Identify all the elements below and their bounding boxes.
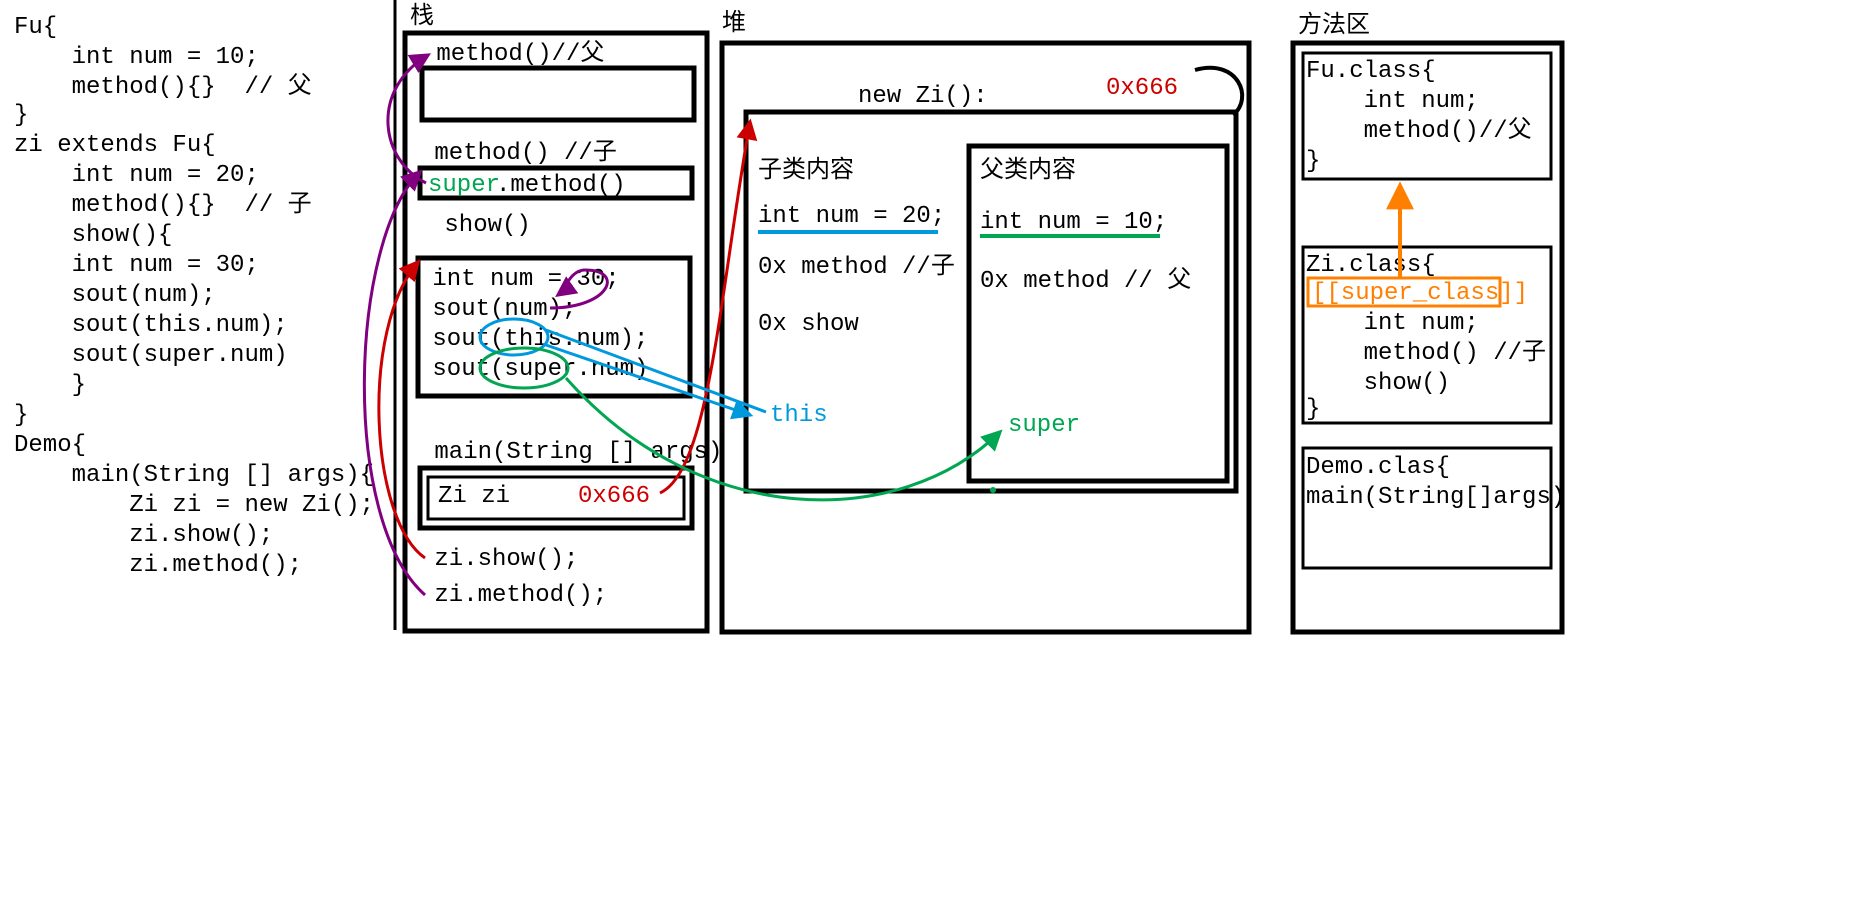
stack-title: 栈	[410, 2, 434, 31]
code-line: }	[14, 372, 86, 399]
stack-frame3-l2: sout(num);	[418, 296, 576, 323]
code-line: sout(num);	[14, 282, 216, 309]
zi-class-num: int num;	[1306, 310, 1479, 337]
diagram-canvas: Fu{ int num = 10; method(){} // 父 } zi e…	[0, 0, 1861, 901]
heap-object-addr-curve	[1195, 68, 1242, 115]
code-line: Demo{	[14, 432, 86, 459]
heap-parent-title: 父类内容	[980, 156, 1076, 185]
zi-class-super: [[super_class]]	[1312, 280, 1528, 307]
heap-child-method: 0x method //子	[758, 254, 955, 281]
code-line: sout(super.num)	[14, 342, 288, 369]
code-line: }	[14, 102, 28, 129]
heap-this-label: this	[770, 402, 828, 429]
fu-class-method: method()//父	[1306, 117, 1532, 145]
source-code-block: Fu{ int num = 10; method(){} // 父 } zi e…	[14, 14, 374, 579]
zi-class-header: Zi.class{	[1306, 252, 1436, 279]
stack-frame1-header: method()//父	[422, 40, 604, 68]
heap-column: 堆 new Zi(): 0x666 子类内容 int num = 20; 0x …	[722, 9, 1249, 632]
fu-class-close: }	[1306, 148, 1320, 175]
code-line: zi extends Fu{	[14, 132, 216, 159]
stack-frame4-zi-var: Zi zi	[438, 483, 510, 510]
heap-addr: 0x666	[1106, 75, 1178, 102]
fu-class-header: Fu.class{	[1306, 58, 1436, 85]
heap-new-zi: new Zi():	[858, 83, 988, 110]
zi-class-show: show()	[1306, 370, 1450, 397]
zi-class-close: }	[1306, 396, 1320, 423]
fu-class-num: int num;	[1306, 88, 1479, 115]
stack-column: 栈 method()//父 method() //子 super .method…	[405, 2, 722, 631]
code-line: method(){} // 子	[14, 192, 312, 219]
stack-show-label: show()	[430, 212, 531, 239]
heap-parent-num: int num = 10;	[980, 209, 1167, 236]
stack-frame2-super-prefix: super	[428, 172, 500, 199]
heap-super-label: super	[1008, 412, 1080, 439]
stack-frame2-header: method() //子	[420, 140, 617, 167]
zi-class-method: method() //子	[1306, 340, 1546, 367]
heap-child-show: 0x show	[758, 311, 859, 338]
heap-child-num: int num = 20;	[758, 203, 945, 230]
stack-frame4-zi-addr: 0x666	[578, 483, 650, 510]
stack-frame1-box	[422, 68, 694, 120]
code-line: }	[14, 402, 28, 429]
method-area-title: 方法区	[1298, 11, 1370, 40]
heap-child-title: 子类内容	[758, 156, 854, 185]
code-line: int num = 10;	[14, 44, 259, 71]
code-line: main(String [] args){	[14, 462, 374, 489]
code-line: zi.method();	[14, 552, 302, 579]
heap-parent-method: 0x method // 父	[980, 267, 1191, 295]
code-line: Fu{	[14, 14, 57, 41]
stack-frame2-super-rest: .method()	[496, 172, 626, 199]
code-line: method(){} // 父	[14, 73, 312, 101]
stack-frame4-call2: zi.method();	[420, 582, 607, 609]
code-line: show(){	[14, 222, 172, 249]
demo-class-main: main(String[]args)	[1306, 484, 1565, 511]
green-dot	[990, 487, 996, 493]
code-line: zi.show();	[14, 522, 273, 549]
code-line: sout(this.num);	[14, 312, 288, 339]
demo-class-header: Demo.clas{	[1306, 454, 1450, 481]
stack-frame4-header: main(String [] args)	[420, 439, 722, 466]
code-line: int num = 20;	[14, 162, 259, 189]
method-area-column: 方法区 Fu.class{ int num; method()//父 } Zi.…	[1293, 11, 1565, 632]
code-line: int num = 30;	[14, 252, 259, 279]
heap-title: 堆	[722, 9, 746, 38]
stack-frame4-call1: zi.show();	[420, 546, 578, 573]
code-line: Zi zi = new Zi();	[14, 492, 374, 519]
